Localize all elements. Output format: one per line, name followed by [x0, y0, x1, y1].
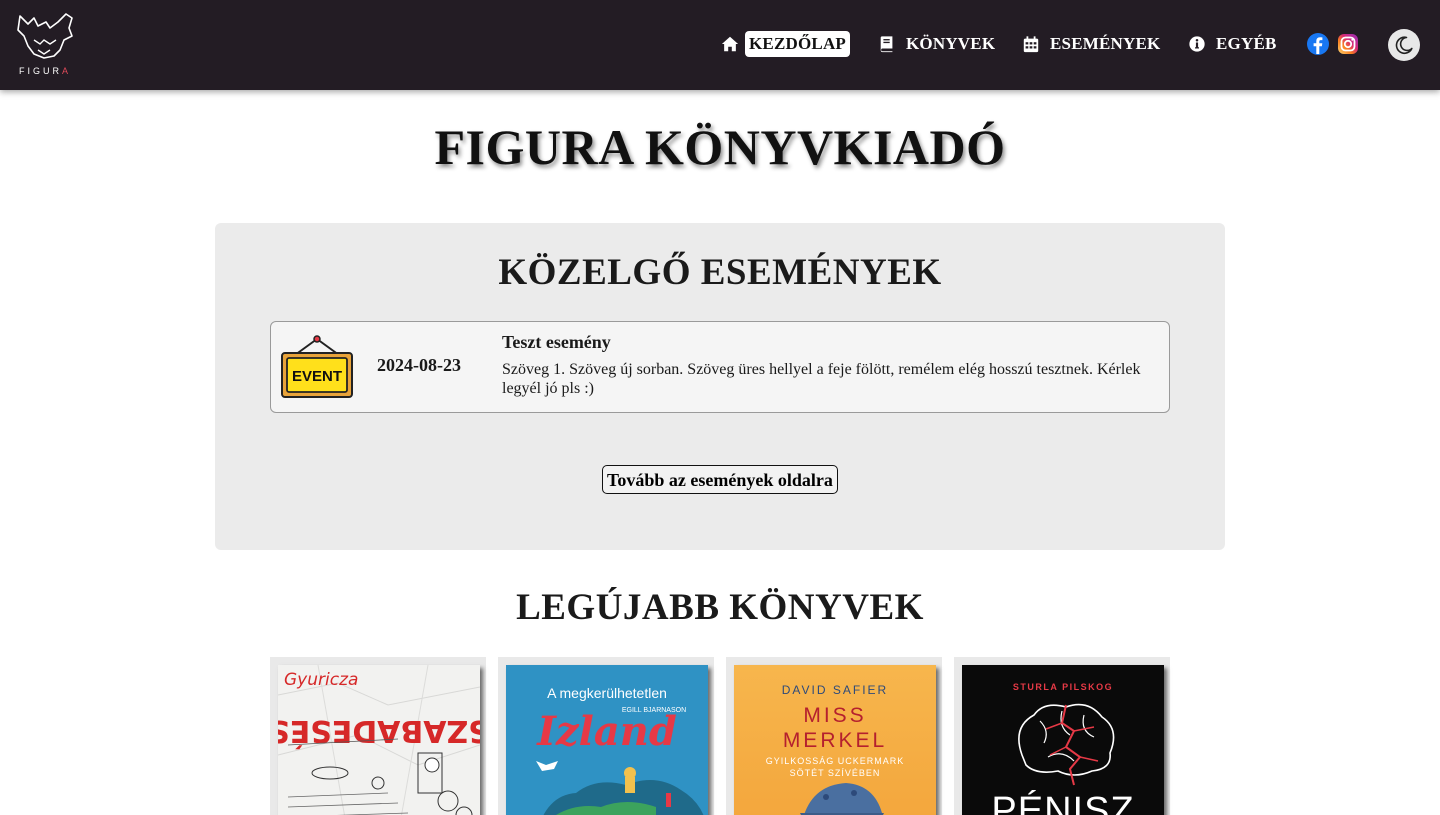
theme-toggle-button[interactable]	[1388, 29, 1420, 61]
book-cover-miss-merkel: DAVID SAFIER MISS MERKEL GYILKOSSÁG UCKE…	[734, 665, 936, 815]
facebook-link[interactable]	[1306, 32, 1330, 56]
logo-text: FIGUR	[18, 66, 62, 76]
nav-home-label: KEZDŐLAP	[745, 31, 851, 57]
site-header: FIGURA KEZDŐLAP KÖNYVEK ESEMÉNYEK EGYÉB	[0, 0, 1440, 90]
figura-logo[interactable]: FIGURA	[14, 10, 76, 78]
book-icon	[880, 36, 893, 53]
info-icon	[1189, 36, 1205, 52]
book1-author: Gyuricza	[284, 670, 358, 690]
instagram-link[interactable]	[1336, 32, 1360, 56]
book-card[interactable]: A megkerülhetetlen EGILL BJARNASON Izlan…	[498, 657, 714, 815]
book-card[interactable]: STURLA PILSKOG PÉNISZ	[954, 657, 1170, 815]
event-sign-icon: EVENT	[281, 335, 353, 398]
more-events-button[interactable]: Tovább az események oldalra	[602, 465, 838, 494]
nav-books[interactable]: KÖNYVEK	[878, 28, 999, 60]
book3-author: DAVID SAFIER	[782, 683, 888, 697]
book-cover-izland: A megkerülhetetlen EGILL BJARNASON Izlan…	[506, 665, 708, 815]
book2-title: Izland	[536, 708, 677, 755]
book2-pretitle: A megkerülhetetlen	[547, 685, 667, 701]
nav-other[interactable]: EGYÉB	[1188, 28, 1281, 60]
event-card[interactable]: EVENT 2024-08-23 Teszt esemény Szöveg 1.…	[270, 321, 1170, 413]
book3-subtitle-line1: GYILKOSSÁG UCKERMARK	[766, 756, 905, 766]
nav-events[interactable]: ESEMÉNYEK	[1022, 28, 1164, 60]
events-heading: KÖZELGŐ ESEMÉNYEK	[498, 252, 942, 293]
event-date: 2024-08-23	[377, 355, 461, 375]
book3-title-line1: MISS	[803, 704, 866, 727]
event-description: Szöveg 1. Szöveg új sorban. Szöveg üres …	[502, 361, 1141, 397]
moon-icon	[1395, 36, 1413, 55]
nav-other-label: EGYÉB	[1216, 34, 1277, 53]
nav-books-label: KÖNYVEK	[906, 34, 996, 53]
book-cover-penisz: STURLA PILSKOG PÉNISZ	[962, 665, 1164, 815]
book3-title-line2: MERKEL	[783, 729, 887, 752]
book3-subtitle-line2: SÖTÉT SZÍVÉBEN	[790, 768, 881, 778]
book4-author: STURLA PILSKOG	[1013, 682, 1113, 692]
book-card[interactable]: DAVID SAFIER MISS MERKEL GYILKOSSÁG UCKE…	[726, 657, 942, 815]
upcoming-events-section: KÖZELGŐ ESEMÉNYEK EVENT 2024-08-23 Teszt…	[215, 223, 1225, 550]
home-icon	[721, 36, 739, 52]
facebook-icon	[1307, 33, 1329, 55]
fox-logo-icon	[17, 13, 73, 59]
nav-home[interactable]: KEZDŐLAP	[721, 28, 851, 60]
page-title: FIGURA KÖNYVKIADÓ	[434, 119, 1006, 175]
newest-books-heading: LEGÚJABB KÖNYVEK	[516, 587, 924, 628]
event-title: Teszt esemény	[502, 332, 611, 352]
event-sign-label: EVENT	[292, 368, 342, 385]
book-card[interactable]: Gyuricza SZABADESÉS	[270, 657, 486, 815]
nav-events-label: ESEMÉNYEK	[1050, 34, 1161, 53]
logo-text-accent: A	[61, 66, 71, 76]
logo-wordmark: FIGURA	[14, 66, 76, 76]
calendar-icon	[1023, 36, 1039, 53]
book-cover-szabadeses: Gyuricza SZABADESÉS	[278, 665, 480, 815]
instagram-icon	[1338, 34, 1358, 54]
book4-title: PÉNISZ	[991, 789, 1134, 815]
